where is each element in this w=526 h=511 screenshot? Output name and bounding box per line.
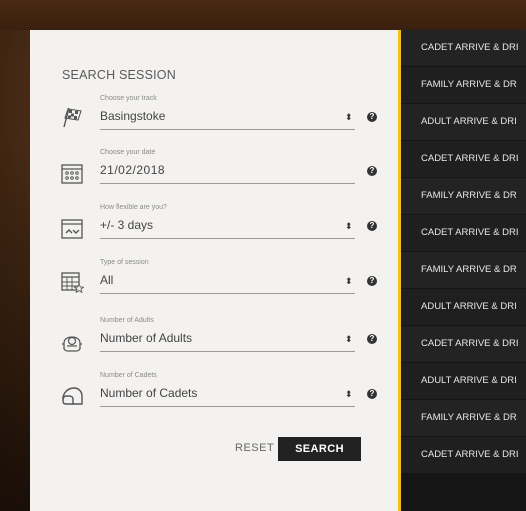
track-chevron-icon[interactable]: ⬍ — [345, 113, 353, 122]
driver-helmet-icon — [62, 336, 82, 352]
cadets-underline — [100, 406, 355, 407]
adults-caption: Number of Adults — [100, 317, 154, 324]
session-type-select[interactable]: All — [100, 273, 113, 287]
session-type-field[interactable]: Type of session All ⬍ ? — [60, 259, 377, 303]
session-item[interactable]: FAMILY ARRIVE & DR — [401, 67, 526, 103]
cadets-field[interactable]: Number of Cadets Number of Cadets ⬍ ? — [60, 372, 377, 416]
checkered-flag-icon — [63, 107, 82, 128]
track-caption: Choose your track — [100, 95, 157, 102]
flexibility-caption: How flexible are you? — [100, 204, 167, 211]
session-item[interactable]: CADET ARRIVE & DRI — [401, 215, 526, 251]
cadets-caption: Number of Cadets — [100, 372, 157, 379]
session-type-underline — [100, 293, 355, 294]
date-field[interactable]: Choose your date 21/02/2018 ? — [60, 149, 377, 193]
session-item[interactable]: FAMILY ARRIVE & DR — [401, 252, 526, 288]
cadets-help-icon[interactable]: ? — [367, 389, 377, 399]
date-input[interactable]: 21/02/2018 — [100, 163, 165, 177]
date-caption: Choose your date — [100, 149, 156, 156]
adults-chevron-icon[interactable]: ⬍ — [345, 335, 353, 344]
session-item[interactable]: FAMILY ARRIVE & DR — [401, 400, 526, 436]
adults-help-icon[interactable]: ? — [367, 334, 377, 344]
session-type-help-icon[interactable]: ? — [367, 276, 377, 286]
cadets-chevron-icon[interactable]: ⬍ — [345, 390, 353, 399]
date-underline — [100, 183, 355, 184]
session-item[interactable]: FAMILY ARRIVE & DR — [401, 178, 526, 214]
reset-button[interactable]: RESET — [235, 442, 274, 454]
track-field[interactable]: Choose your track Basingstoke ⬍ ? — [60, 95, 377, 139]
search-button[interactable]: SEARCH — [278, 437, 361, 461]
header-bar — [0, 0, 526, 30]
session-item[interactable]: CADET ARRIVE & DRI — [401, 326, 526, 362]
adults-underline — [100, 351, 355, 352]
panel-title: SEARCH SESSION — [62, 68, 176, 82]
date-help-icon[interactable]: ? — [367, 166, 377, 176]
calendar-star-icon — [61, 272, 84, 293]
flexibility-underline — [100, 238, 355, 239]
track-help-icon[interactable]: ? — [367, 112, 377, 122]
calendar-range-icon — [61, 219, 83, 239]
session-type-chevron-icon[interactable]: ⬍ — [345, 277, 353, 286]
adults-field[interactable]: Number of Adults Number of Adults ⬍ ? — [60, 317, 377, 361]
flexibility-chevron-icon[interactable]: ⬍ — [345, 222, 353, 231]
session-item[interactable]: ADULT ARRIVE & DRI — [401, 363, 526, 399]
session-item[interactable]: CADET ARRIVE & DRI — [401, 141, 526, 177]
session-item[interactable]: CADET ARRIVE & DRI — [401, 30, 526, 66]
calendar-icon — [61, 164, 83, 184]
session-item[interactable]: ADULT ARRIVE & DRI — [401, 104, 526, 140]
session-item[interactable]: ADULT ARRIVE & DRI — [401, 289, 526, 325]
adults-select[interactable]: Number of Adults — [100, 331, 192, 345]
session-list[interactable]: CADET ARRIVE & DRI FAMILY ARRIVE & DR AD… — [398, 30, 526, 511]
session-type-caption: Type of session — [100, 259, 149, 266]
helmet-icon — [62, 387, 83, 405]
session-item[interactable]: CADET ARRIVE & DRI — [401, 437, 526, 473]
flexibility-select[interactable]: +/- 3 days — [100, 218, 153, 232]
flexibility-field[interactable]: How flexible are you? +/- 3 days ⬍ ? — [60, 204, 377, 248]
flexibility-help-icon[interactable]: ? — [367, 221, 377, 231]
cadets-select[interactable]: Number of Cadets — [100, 386, 197, 400]
track-select[interactable]: Basingstoke — [100, 109, 165, 123]
track-underline — [100, 129, 355, 130]
